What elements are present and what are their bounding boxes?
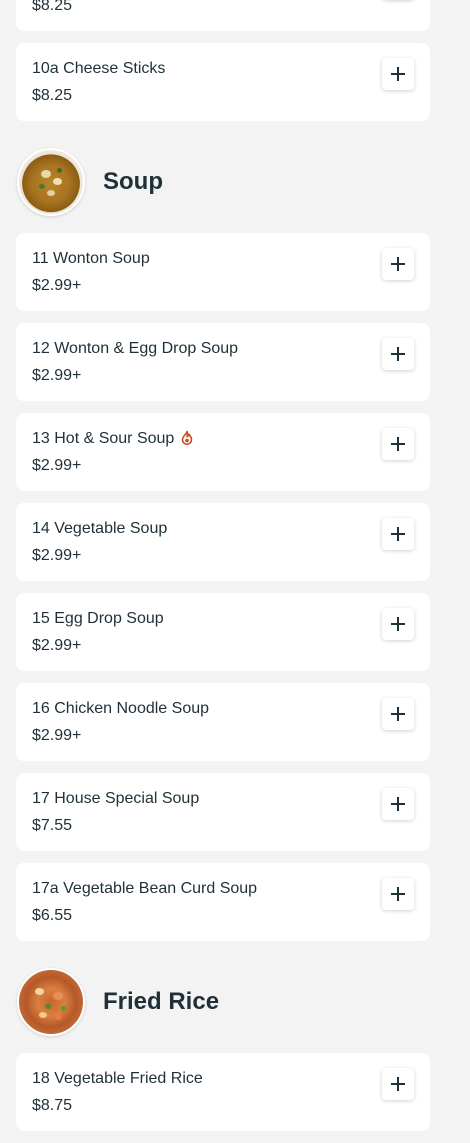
plus-icon <box>390 256 406 272</box>
add-item-button[interactable] <box>382 518 414 550</box>
menu-item-card[interactable]: 10a Cheese Sticks $8.25 <box>16 43 430 121</box>
item-price: $2.99+ <box>32 637 82 654</box>
item-name: 16 Chicken Noodle Soup <box>32 700 210 717</box>
section-title: Soup <box>103 168 163 195</box>
plus-icon <box>390 436 406 452</box>
section-header-fried-rice: Fried Rice <box>16 967 430 1037</box>
plus-icon <box>390 526 406 542</box>
menu-item-card[interactable]: 15 Egg Drop Soup $2.99+ <box>16 593 430 671</box>
item-name: 18 Vegetable Fried Rice <box>32 1070 203 1087</box>
menu-item-card[interactable]: 13 Hot & Sour Soup $2.99+ <box>16 413 430 491</box>
plus-icon <box>390 706 406 722</box>
menu-item-card[interactable]: 17 House Special Soup $7.55 <box>16 773 430 851</box>
item-name: 15 Egg Drop Soup <box>32 610 164 627</box>
menu-item-card[interactable]: 16 Chicken Noodle Soup $2.99+ <box>16 683 430 761</box>
menu-item-card[interactable]: 17a Vegetable Bean Curd Soup $6.55 <box>16 863 430 941</box>
item-price: $2.99+ <box>32 367 82 384</box>
item-name: 17a Vegetable Bean Curd Soup <box>32 880 258 897</box>
item-price: $8.75 <box>32 1097 73 1114</box>
item-name-row: 13 Hot & Sour Soup <box>32 429 414 449</box>
item-name: 12 Wonton & Egg Drop Soup <box>32 340 239 357</box>
add-item-button[interactable] <box>382 878 414 910</box>
item-price: $7.55 <box>32 817 73 834</box>
chili-flame-icon <box>180 430 194 446</box>
plus-icon <box>390 1076 406 1092</box>
add-item-button[interactable] <box>382 788 414 820</box>
fried-rice-thumbnail-image <box>17 968 85 1036</box>
item-price: $2.99+ <box>32 457 82 474</box>
menu-item-card[interactable]: 12 Wonton & Egg Drop Soup $2.99+ <box>16 323 430 401</box>
item-price: $8.25 <box>32 87 73 104</box>
soup-thumbnail-image <box>17 148 85 216</box>
item-name: 13 Hot & Sour Soup <box>32 430 175 447</box>
item-name: 17 House Special Soup <box>32 790 200 807</box>
add-item-button[interactable] <box>382 698 414 730</box>
item-price: $2.99+ <box>32 277 82 294</box>
menu-list: $8.25 10a Cheese Sticks $8.25 Soup 11 Wo… <box>16 0 430 1143</box>
item-price: $6.55 <box>32 907 73 924</box>
plus-icon <box>390 796 406 812</box>
menu-item-card[interactable]: 11 Wonton Soup $2.99+ <box>16 233 430 311</box>
item-name: 10a Cheese Sticks <box>32 60 166 77</box>
add-item-button[interactable] <box>382 428 414 460</box>
item-name: 11 Wonton Soup <box>32 250 150 267</box>
item-name: 14 Vegetable Soup <box>32 520 168 537</box>
menu-item-card[interactable]: $8.25 <box>16 0 430 31</box>
plus-icon <box>390 346 406 362</box>
add-item-button[interactable] <box>382 58 414 90</box>
item-price: $8.25 <box>32 0 73 14</box>
menu-item-card[interactable]: 14 Vegetable Soup $2.99+ <box>16 503 430 581</box>
menu-item-card[interactable]: 18 Vegetable Fried Rice $8.75 <box>16 1053 430 1131</box>
item-price: $2.99+ <box>32 727 82 744</box>
item-price: $2.99+ <box>32 547 82 564</box>
add-item-button[interactable] <box>382 1068 414 1100</box>
plus-icon <box>390 886 406 902</box>
section-title: Fried Rice <box>103 988 220 1015</box>
add-item-button[interactable] <box>382 338 414 370</box>
section-header-soup: Soup <box>16 147 430 217</box>
plus-icon <box>390 66 406 82</box>
add-item-button[interactable] <box>382 248 414 280</box>
add-item-button[interactable] <box>382 608 414 640</box>
plus-icon <box>390 616 406 632</box>
